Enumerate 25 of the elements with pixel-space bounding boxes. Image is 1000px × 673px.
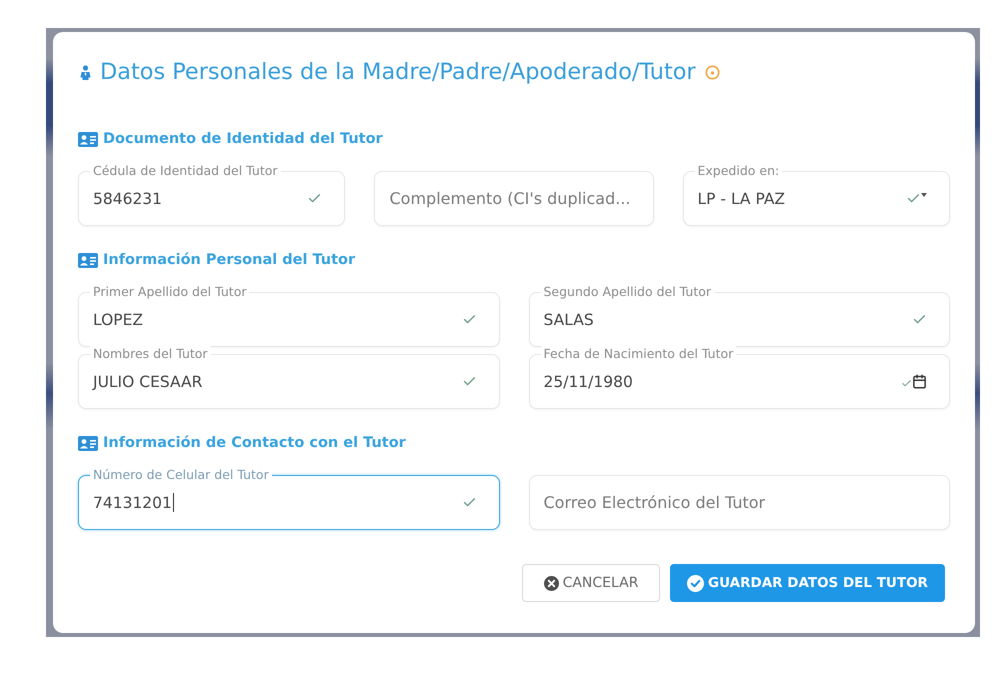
- id-card-icon: [78, 436, 98, 450]
- field-label: Expedido en:: [694, 163, 782, 178]
- check-icon: [901, 378, 912, 389]
- field-label: Número de Celular del Tutor: [90, 467, 272, 482]
- id-card-icon: [78, 252, 98, 268]
- dialog-title: Datos Personales de la Madre/Padre/Apoderado/Tutor: [100, 58, 696, 86]
- field-label: Fecha de Nacimiento del Tutor: [540, 346, 736, 361]
- id-card-icon: [78, 132, 98, 146]
- person-icon: [80, 64, 91, 80]
- field-label: Cédula de Identidad del Tutor: [90, 163, 281, 178]
- x-circle-icon: [544, 576, 559, 590]
- caret-icon: [921, 193, 927, 197]
- check-circle-icon: [687, 574, 704, 592]
- ring-icon: [704, 64, 720, 80]
- field-label: Primer Apellido del Tutor: [90, 284, 250, 299]
- section-heading: Información Personal del Tutor: [103, 252, 356, 268]
- field-label: Nombres del Tutor: [90, 346, 211, 361]
- text-field[interactable]: Complemento (CI's duplicad...: [374, 171, 654, 226]
- section-heading: Documento de Identidad del Tutor: [103, 131, 383, 147]
- cancel-button[interactable]: CANCELAR: [522, 564, 660, 602]
- field-label: Segundo Apellido del Tutor: [540, 284, 714, 299]
- section-heading: Información de Contacto con el Tutor: [103, 435, 406, 451]
- text-field[interactable]: Correo Electrónico del Tutor: [528, 475, 950, 530]
- text-cursor-icon: [172, 493, 174, 512]
- calendar-icon: [912, 374, 927, 389]
